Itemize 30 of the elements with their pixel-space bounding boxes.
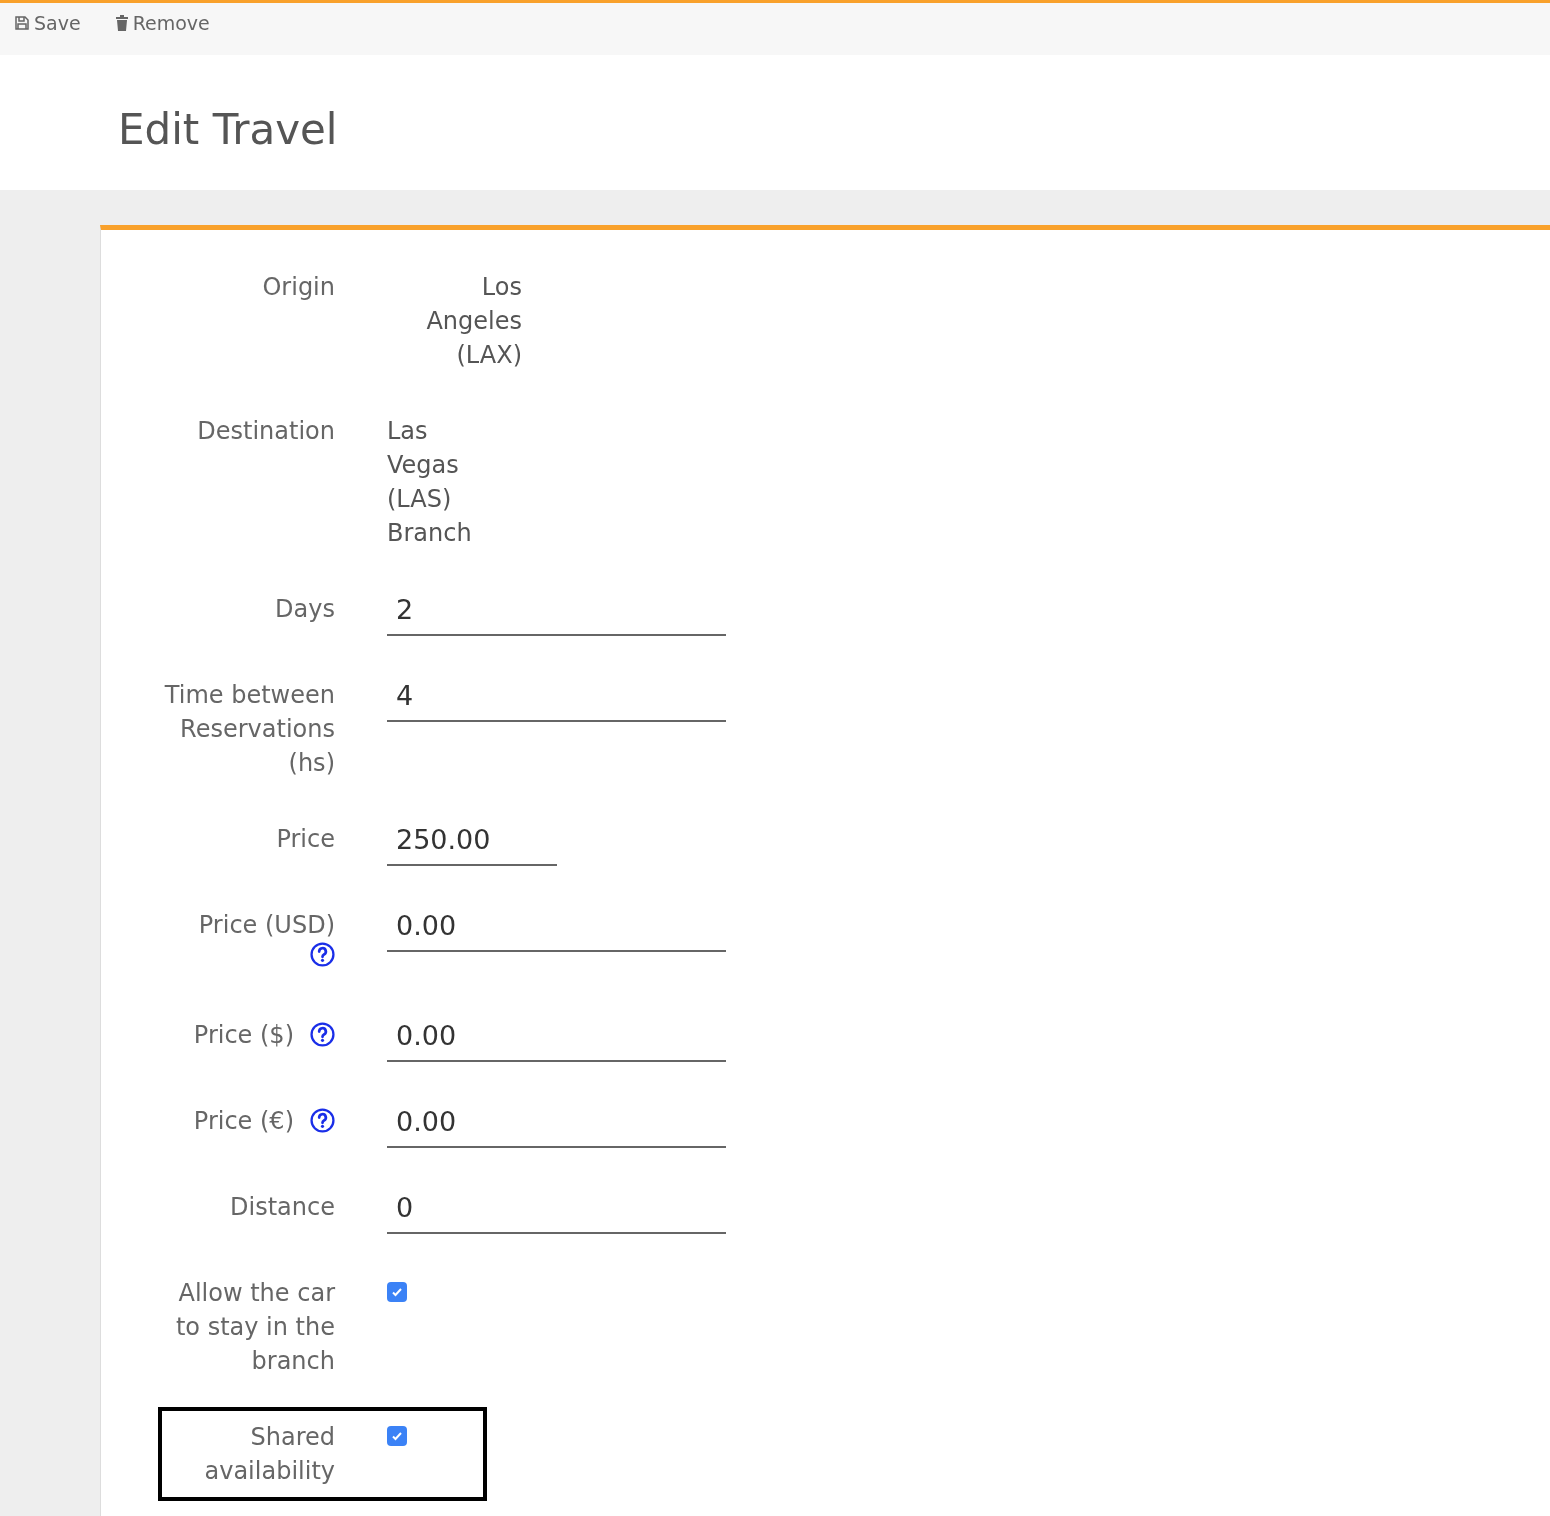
text-field[interactable]: 0 [387, 1182, 726, 1234]
field-label: Time between Reservations (hs) [163, 680, 335, 779]
help-icon[interactable] [310, 1108, 335, 1133]
help-icon[interactable] [310, 942, 335, 967]
text-field[interactable]: 0.00 [387, 1096, 726, 1148]
field-label: Price [276, 824, 335, 855]
field-label: Price ($) [193, 1020, 294, 1051]
field-value: Los Angeles (LAX) [425, 272, 522, 371]
page-title: Edit Travel [118, 104, 339, 156]
field-label: Distance [230, 1192, 335, 1223]
field-label: Origin [262, 272, 335, 303]
text-field[interactable]: 0.00 [387, 900, 726, 952]
field-label: Price (USD) [198, 910, 335, 941]
trash-icon [114, 15, 129, 32]
save-icon [14, 15, 30, 32]
text-field[interactable]: 250.00 [387, 814, 557, 866]
field-label: Days [275, 594, 335, 625]
text-field[interactable]: 2 [387, 584, 726, 636]
field-label: Shared availability [203, 1422, 335, 1487]
checkbox[interactable] [387, 1426, 407, 1446]
field-label: Price (€) [193, 1106, 294, 1137]
save-button[interactable]: Save [14, 9, 81, 38]
field-label: Destination [197, 416, 335, 447]
checkbox[interactable] [387, 1282, 407, 1302]
field-label: Allow the car to stay in the branch [174, 1278, 335, 1377]
help-icon[interactable] [310, 1022, 335, 1047]
text-field[interactable]: 4 [387, 670, 726, 722]
remove-button[interactable]: Remove [114, 9, 210, 38]
field-value: Las Vegas (LAS) Branch [387, 416, 473, 549]
text-field[interactable]: 0.00 [387, 1010, 726, 1062]
